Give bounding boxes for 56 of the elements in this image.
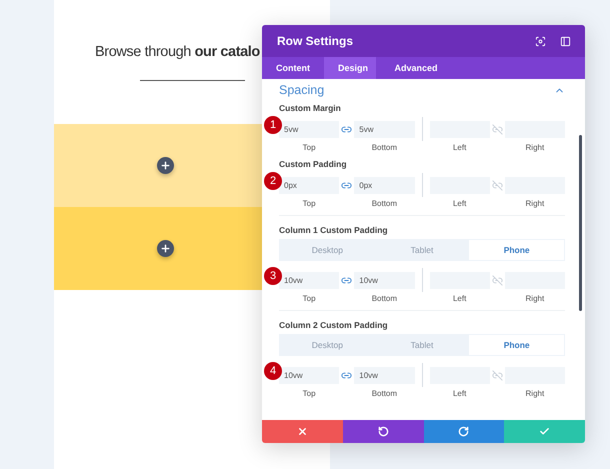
field-label: Bottom [370,143,398,152]
tab[interactable]: Content [262,57,324,79]
input-field[interactable]: 10vw [279,366,340,384]
undo-icon [378,426,389,437]
focus-icon[interactable] [535,36,546,46]
redo-button[interactable] [424,420,504,443]
group-label: Custom Padding [279,159,348,169]
save-button[interactable] [504,420,585,443]
device-tab[interactable]: Phone [469,240,564,260]
field-label: Bottom [370,199,398,208]
field-label: Right [524,143,546,152]
add-icon[interactable] [157,240,174,257]
close-icon [296,426,308,437]
scrollbar[interactable] [579,135,582,311]
input-field[interactable]: 5vw [354,120,414,138]
modal-title: Row Settings [277,34,354,48]
field-label: Right [524,294,546,303]
link-icon[interactable] [490,124,505,134]
field-label: Left [452,199,468,208]
field-label: Top [302,143,317,152]
tab[interactable]: Design [324,57,376,79]
field-label: Top [302,199,317,208]
group-label: Custom Margin [279,103,342,113]
input-field[interactable]: 10vw [354,272,414,288]
check-icon [539,426,550,437]
number-badge: 3 [264,267,282,285]
number-badge: 4 [264,362,282,380]
input-field[interactable]: 5vw [279,120,340,138]
add-icon[interactable] [157,157,174,174]
input-field[interactable]: 10vw [279,272,340,288]
redo-icon [458,426,470,437]
number-badge: 2 [264,172,282,190]
device-tab[interactable]: Phone [469,335,564,355]
link-icon[interactable] [490,180,505,190]
tab[interactable]: Advanced [376,57,456,79]
field-label: Left [452,389,468,398]
page-heading: Browse through our catalo [95,44,260,60]
input-field[interactable]: 10vw [354,366,414,384]
input-field[interactable]: 0px [354,176,414,194]
field-label: Left [452,294,468,303]
field-label: Bottom [370,294,398,303]
field-label: Top [302,294,317,303]
field-label: Right [524,199,546,208]
field-label: Bottom [370,389,398,398]
field-label: Left [452,143,468,152]
panel-icon[interactable] [560,36,571,46]
number-badge: 1 [264,116,282,134]
section-title: Spacing [279,83,324,97]
link-icon[interactable] [490,274,505,286]
undo-button[interactable] [342,420,424,443]
group-label: Column 2 Custom Padding [279,320,389,330]
field-label: Right [524,389,546,398]
input-field[interactable]: 0px [279,176,340,194]
link-icon[interactable] [490,370,505,380]
field-label: Top [302,389,317,398]
group-label: Column 1 Custom Padding [279,225,389,235]
